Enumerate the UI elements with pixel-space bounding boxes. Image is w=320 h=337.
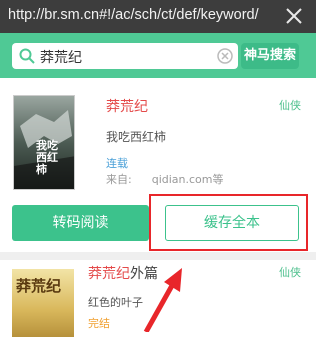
book-status: 完结	[88, 317, 110, 330]
search-bar: 莽荒纪 神马搜索	[0, 33, 316, 78]
category-tag: 仙侠	[279, 99, 301, 112]
close-icon[interactable]	[283, 5, 305, 27]
cover-text: 莽荒纪	[16, 277, 62, 295]
cover-text: 我吃西红柿	[36, 139, 58, 176]
book-title-highlight: 莽荒纪	[106, 99, 148, 115]
browser-address-bar: http://br.sm.cn#!/ac/sch/ct/def/keyword/	[0, 0, 316, 33]
search-button[interactable]: 神马搜索	[241, 43, 299, 69]
url-text[interactable]: http://br.sm.cn#!/ac/sch/ct/def/keyword/	[8, 7, 278, 23]
book-cover[interactable]: 莽荒纪	[12, 269, 74, 337]
read-button[interactable]: 转码阅读	[12, 205, 149, 241]
category-tag: 仙侠	[279, 266, 301, 279]
book-source: 来自: qidian.com等	[106, 171, 224, 187]
divider	[0, 252, 316, 260]
clear-icon[interactable]	[216, 47, 234, 65]
book-title-highlight: 莽荒纪	[88, 266, 130, 282]
search-input[interactable]: 莽荒纪	[12, 43, 238, 69]
book-title[interactable]: 莽荒纪	[106, 96, 148, 116]
search-icon	[19, 48, 35, 64]
search-query: 莽荒纪	[40, 50, 82, 66]
annotation-arrow-icon	[143, 268, 182, 332]
book-cover[interactable]: 我吃西红柿	[13, 95, 75, 190]
book-status: 连载	[106, 157, 128, 170]
source-value: qidian.com等	[151, 173, 224, 186]
book-author: 我吃西红柿	[106, 130, 167, 144]
source-label: 来自:	[106, 173, 132, 186]
annotation-highlight-box	[149, 194, 308, 251]
